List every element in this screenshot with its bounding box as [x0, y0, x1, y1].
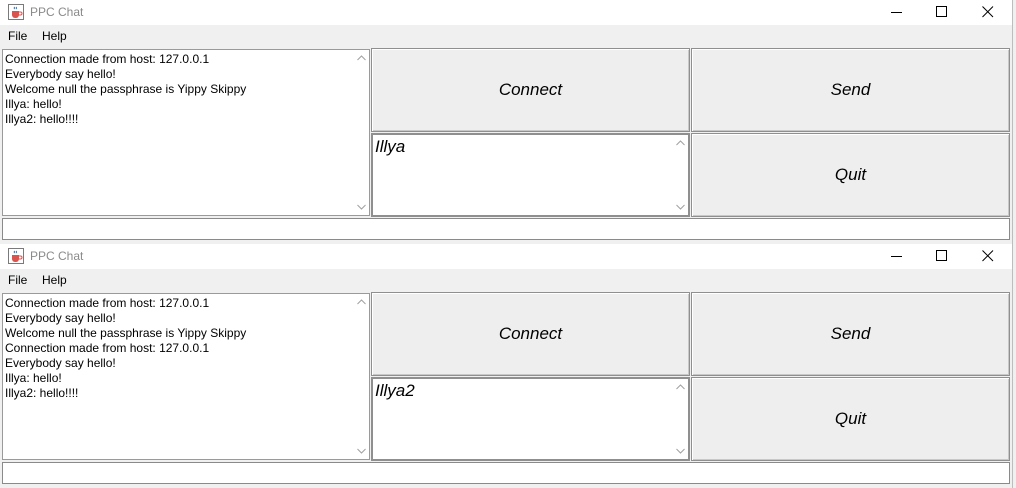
connect-button[interactable]: Connect [371, 48, 690, 132]
scroll-down-arrow-icon[interactable] [676, 203, 685, 211]
username-text: Illya2 [375, 381, 415, 400]
window-title: PPC Chat [30, 5, 84, 19]
username-area[interactable]: Illya2 [371, 377, 690, 461]
username-scrollbar[interactable] [673, 135, 688, 215]
menu-help[interactable]: Help [42, 29, 67, 43]
chat-log-area[interactable]: Connection made from host: 127.0.0.1 Eve… [2, 49, 370, 216]
close-icon [982, 250, 994, 262]
menu-file[interactable]: File [8, 273, 27, 287]
username-text: Illya [375, 137, 406, 156]
send-button[interactable]: Send [691, 48, 1010, 132]
chat-log-area[interactable]: Connection made from host: 127.0.0.1 Eve… [2, 293, 370, 460]
chat-window-1: PPC Chat File Help Connection made from … [0, 0, 1013, 244]
menu-file[interactable]: File [8, 29, 27, 43]
close-button[interactable] [965, 0, 1011, 25]
message-input[interactable] [2, 218, 1010, 240]
connect-button[interactable]: Connect [371, 292, 690, 376]
title-bar: PPC Chat [0, 244, 1012, 269]
chat-window-2: PPC Chat File Help Connection made from … [0, 244, 1013, 488]
scroll-up-arrow-icon[interactable] [357, 54, 366, 62]
maximize-button[interactable] [919, 0, 965, 25]
scroll-up-arrow-icon[interactable] [676, 139, 685, 147]
message-input[interactable] [2, 462, 1010, 484]
window-title: PPC Chat [30, 249, 84, 263]
maximize-icon [936, 6, 947, 17]
title-bar: PPC Chat [0, 0, 1012, 25]
maximize-button[interactable] [919, 244, 965, 269]
chat-log-scrollbar[interactable] [354, 50, 369, 215]
username-scrollbar[interactable] [673, 379, 688, 459]
java-coffee-cup-icon [8, 4, 24, 20]
scroll-down-arrow-icon[interactable] [357, 203, 366, 211]
username-area[interactable]: Illya [371, 133, 690, 217]
scroll-up-arrow-icon[interactable] [357, 298, 366, 306]
scroll-up-arrow-icon[interactable] [676, 383, 685, 391]
close-button[interactable] [965, 244, 1011, 269]
minimize-icon [891, 12, 902, 13]
quit-button[interactable]: Quit [691, 377, 1010, 461]
chat-log-text: Connection made from host: 127.0.0.1 Eve… [5, 52, 247, 126]
scroll-down-arrow-icon[interactable] [357, 447, 366, 455]
chat-log-scrollbar[interactable] [354, 294, 369, 459]
menu-help[interactable]: Help [42, 273, 67, 287]
quit-button[interactable]: Quit [691, 133, 1010, 217]
scroll-down-arrow-icon[interactable] [676, 447, 685, 455]
minimize-button[interactable] [874, 244, 920, 269]
chat-log-text: Connection made from host: 127.0.0.1 Eve… [5, 296, 247, 400]
close-icon [982, 6, 994, 18]
send-button[interactable]: Send [691, 292, 1010, 376]
maximize-icon [936, 250, 947, 261]
menu-bar: File Help [0, 25, 1012, 47]
minimize-icon [891, 256, 902, 257]
java-coffee-cup-icon [8, 248, 24, 264]
menu-bar: File Help [0, 269, 1012, 291]
minimize-button[interactable] [874, 0, 920, 25]
